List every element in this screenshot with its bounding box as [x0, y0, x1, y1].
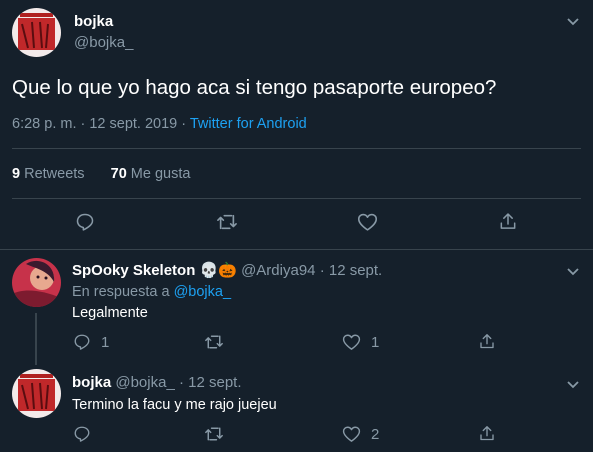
- reply-icon[interactable]: [75, 212, 95, 237]
- author-name[interactable]: bojka: [74, 13, 113, 30]
- retweet-icon: [205, 427, 223, 441]
- retweets-count: 9: [12, 166, 21, 182]
- chevron-down-icon[interactable]: [566, 14, 580, 32]
- avatar[interactable]: [12, 8, 61, 57]
- retweet-action[interactable]: [204, 425, 234, 443]
- retweet-action[interactable]: [204, 333, 234, 351]
- author-handle[interactable]: @Ardiya94: [241, 262, 315, 279]
- tweet-date[interactable]: · 12 sept.: [179, 374, 242, 391]
- tweet-text: Que lo que yo hago aca si tengo pasaport…: [12, 76, 497, 99]
- tweet-text: Termino la facu y me rajo juejeu: [72, 397, 277, 413]
- reply-icon: [74, 426, 90, 442]
- tweet-timestamp[interactable]: 6:28 p. m. · 12 sept. 2019 ·: [12, 116, 190, 132]
- like-count: 1: [371, 333, 380, 351]
- author-name[interactable]: bojka: [72, 374, 111, 391]
- share-icon: [480, 426, 494, 441]
- likes-count: 70: [110, 166, 127, 182]
- divider: [12, 198, 581, 199]
- likes-label: Me gusta: [130, 166, 191, 182]
- retweet-icon[interactable]: [216, 212, 238, 237]
- author-name[interactable]: SpOoky Skeleton: [72, 262, 195, 279]
- like-action[interactable]: 2: [342, 425, 379, 443]
- like-count: 2: [371, 425, 380, 443]
- author-handle[interactable]: @bojka_: [115, 374, 174, 391]
- share-action[interactable]: [478, 332, 496, 351]
- in-reply-handle[interactable]: @bojka_: [174, 284, 231, 300]
- thread-line: [35, 313, 37, 365]
- retweets-label: Retweets: [24, 166, 85, 182]
- reply-action[interactable]: [73, 425, 101, 443]
- tweet-text: Legalmente: [72, 305, 148, 321]
- author-handle[interactable]: @bojka_: [74, 34, 133, 51]
- tweet-date[interactable]: · 12 sept.: [320, 262, 383, 279]
- avatar[interactable]: [12, 369, 61, 418]
- like-icon: [342, 426, 361, 442]
- reply-header: bojka @bojka_ · 12 sept.: [72, 374, 242, 391]
- like-icon: [342, 334, 361, 350]
- reply-count: 1: [101, 333, 110, 351]
- author-emoji: 💀🎃: [199, 262, 237, 279]
- like-action[interactable]: 1: [342, 333, 379, 351]
- likes-stat[interactable]: 70 Me gusta: [111, 166, 191, 182]
- avatar[interactable]: [12, 258, 61, 307]
- divider: [0, 249, 593, 250]
- tweet-meta: 6:28 p. m. · 12 sept. 2019 · Twitter for…: [12, 116, 307, 132]
- share-icon[interactable]: [498, 211, 518, 237]
- retweet-icon: [205, 335, 223, 349]
- reply-action[interactable]: 1: [73, 333, 109, 351]
- chevron-down-icon[interactable]: [566, 264, 580, 282]
- share-icon: [480, 334, 494, 349]
- share-action[interactable]: [478, 424, 496, 443]
- in-reply-prefix: En respuesta a: [72, 284, 174, 300]
- tweet-stats: 9 Retweets 70 Me gusta: [12, 166, 190, 182]
- like-icon[interactable]: [357, 212, 378, 237]
- divider: [12, 148, 581, 149]
- tweet-source-link[interactable]: Twitter for Android: [190, 116, 307, 132]
- reply-header: SpOoky Skeleton 💀🎃 @Ardiya94 · 12 sept.: [72, 261, 382, 279]
- chevron-down-icon[interactable]: [566, 377, 580, 395]
- retweets-stat[interactable]: 9 Retweets: [12, 166, 85, 182]
- reply-icon: [74, 334, 90, 350]
- in-reply-to: En respuesta a @bojka_: [72, 284, 231, 300]
